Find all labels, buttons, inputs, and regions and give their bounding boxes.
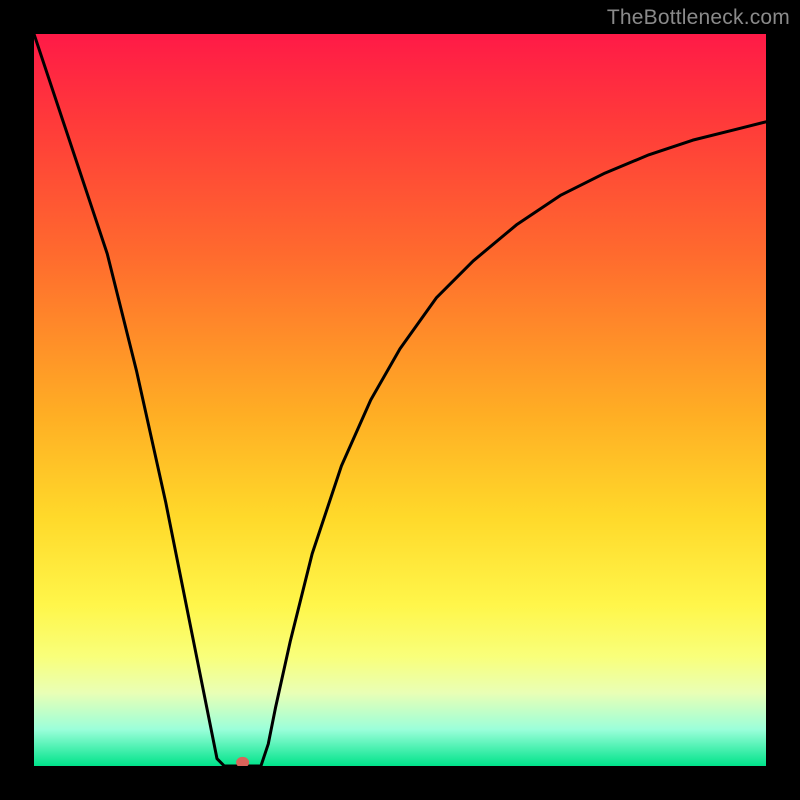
optimum-marker bbox=[236, 757, 249, 766]
watermark-text: TheBottleneck.com bbox=[607, 6, 790, 30]
curve-layer bbox=[34, 34, 766, 766]
plot-area bbox=[34, 34, 766, 766]
chart-frame: TheBottleneck.com bbox=[0, 0, 800, 800]
bottleneck-curve bbox=[34, 34, 766, 766]
